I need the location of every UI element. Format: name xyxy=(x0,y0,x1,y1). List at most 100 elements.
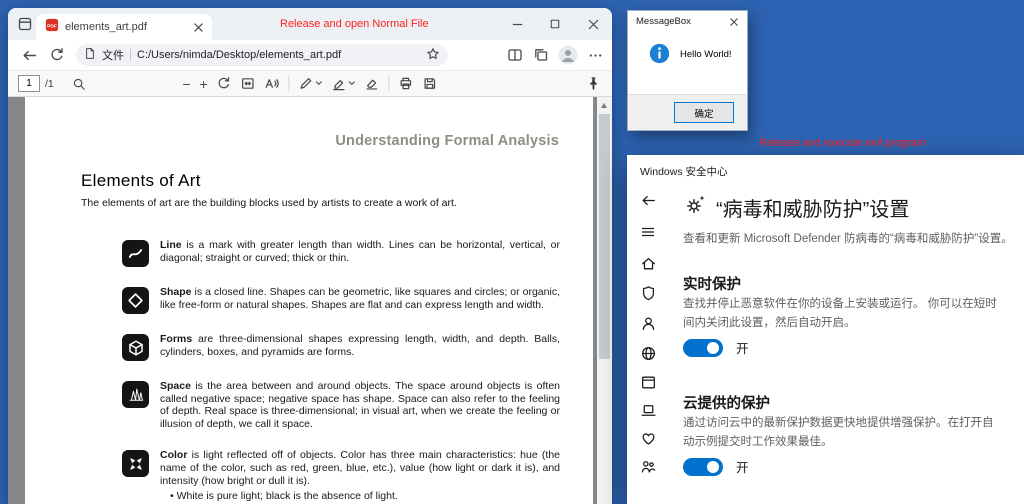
nav-family-icon[interactable] xyxy=(639,457,657,475)
profile-avatar[interactable] xyxy=(558,45,578,65)
list-item-text: Line is a mark with greater length than … xyxy=(160,239,560,267)
minimize-button[interactable] xyxy=(498,8,536,40)
pdf-doc-intro: The elements of art are the building blo… xyxy=(81,197,593,209)
zoom-in-icon[interactable]: + xyxy=(200,77,208,91)
color-icon xyxy=(122,450,149,477)
window-controls xyxy=(498,8,612,40)
page-count: /1 xyxy=(45,78,54,90)
list-item-text: Space is the area between and around obj… xyxy=(160,380,560,430)
page-subtitle: 查看和更新 Microsoft Defender 防病毒的“病毒和威胁防护”设置… xyxy=(683,231,1015,248)
address-divider xyxy=(130,49,131,61)
pin-toolbar-icon[interactable] xyxy=(586,76,602,92)
scrollbar-thumb[interactable] xyxy=(599,114,610,359)
messagebox-message: Hello World! xyxy=(680,49,732,60)
address-toolbar: 文件 C:/Users/nimda/Desktop/elements_art.p… xyxy=(8,40,612,70)
security-main: “病毒和威胁防护”设置 查看和更新 Microsoft Defender 防病毒… xyxy=(683,185,1024,504)
browser-actions xyxy=(506,45,604,65)
desktop: PDF elements_art.pdf Release and open No… xyxy=(0,0,1024,504)
refresh-button[interactable] xyxy=(48,46,66,64)
nav-firewall-network-icon[interactable] xyxy=(639,344,657,362)
save-icon[interactable] xyxy=(423,76,438,91)
highlight-icon[interactable] xyxy=(332,76,356,91)
messagebox-titlebar: MessageBox xyxy=(628,11,747,32)
info-icon xyxy=(649,43,670,64)
address-bar[interactable]: 文件 C:/Users/nimda/Desktop/elements_art.p… xyxy=(76,44,448,66)
cube-icon xyxy=(122,334,149,361)
pdf-file-icon: PDF xyxy=(45,18,59,37)
page-number-input[interactable] xyxy=(18,75,40,92)
settings-menu-icon[interactable] xyxy=(586,46,604,64)
nav-home-icon[interactable] xyxy=(639,254,657,272)
list-item-text: Shape is a closed line. Shapes can be ge… xyxy=(160,286,560,314)
edge-tab-strip: PDF elements_art.pdf Release and open No… xyxy=(8,8,612,40)
realtime-toggle-row: 开 xyxy=(683,338,749,357)
cloud-protection-toggle[interactable] xyxy=(683,458,723,476)
close-button[interactable] xyxy=(574,8,612,40)
list-item-space: Space is the area between and around obj… xyxy=(122,380,593,430)
toggle-knob xyxy=(707,342,719,354)
pdf-toolbar-center: − + xyxy=(182,76,437,91)
tab-title: elements_art.pdf xyxy=(65,21,190,33)
pdf-doc-title: Elements of Art xyxy=(81,171,593,191)
pdf-viewer: Understanding Formal Analysis Elements o… xyxy=(8,97,612,504)
section-title-realtime: 实时保护 xyxy=(683,273,741,294)
back-button[interactable] xyxy=(20,46,38,64)
read-aloud-icon[interactable] xyxy=(265,76,280,91)
menu-icon[interactable] xyxy=(639,223,657,241)
nav-app-browser-icon[interactable] xyxy=(639,373,657,391)
realtime-protection-toggle[interactable] xyxy=(683,339,723,357)
page-title: “病毒和威胁防护”设置 xyxy=(716,193,909,222)
tab-elements-art-pdf[interactable]: PDF elements_art.pdf xyxy=(36,14,212,40)
shape-icon xyxy=(122,287,149,314)
split-screen-icon[interactable] xyxy=(506,46,524,64)
list-item-line: Line is a mark with greater length than … xyxy=(122,239,593,267)
edge-window: PDF elements_art.pdf Release and open No… xyxy=(8,8,612,504)
pdf-items-list: Line is a mark with greater length than … xyxy=(122,239,593,503)
security-window-title: Windows 安全中心 xyxy=(627,155,1024,185)
erase-icon[interactable] xyxy=(365,76,380,91)
section-body-cloud: 通过访问云中的最新保护数据更快地提供增强保护。在打开自动示例提交时工作效果最佳。 xyxy=(683,414,1001,451)
zoom-out-icon[interactable]: − xyxy=(182,77,190,91)
pdf-page: Understanding Formal Analysis Elements o… xyxy=(25,97,593,504)
annotation-open-normal-file: Release and open Normal File xyxy=(280,18,429,30)
list-item-text: Color is light reflected off of objects.… xyxy=(160,449,560,502)
search-icon[interactable] xyxy=(70,75,88,93)
security-nav-rail xyxy=(627,185,671,504)
favorites-star-icon[interactable] xyxy=(426,47,440,64)
print-icon[interactable] xyxy=(399,76,414,91)
draw-icon[interactable] xyxy=(299,76,323,91)
toggle-knob xyxy=(707,461,719,473)
svg-text:PDF: PDF xyxy=(47,23,57,29)
nav-virus-protection-icon[interactable] xyxy=(639,284,657,302)
security-window: Windows 安全中心 xyxy=(627,155,1024,504)
ok-button[interactable]: 确定 xyxy=(674,102,734,123)
chevron-down-icon xyxy=(349,81,356,86)
space-icon xyxy=(122,381,149,408)
vertical-scrollbar[interactable] xyxy=(597,97,612,504)
toggle-state-label: 开 xyxy=(736,338,749,357)
scroll-up-icon[interactable] xyxy=(601,103,607,108)
annotation-evil-program: Release and execute evil program xyxy=(759,137,926,149)
toggle-state-label: 开 xyxy=(736,457,749,476)
messagebox-window: MessageBox Hello World! 确定 xyxy=(627,10,748,131)
rotate-icon[interactable] xyxy=(217,76,232,91)
nav-account-protection-icon[interactable] xyxy=(639,314,657,332)
section-body-realtime: 查找并停止恶意软件在你的设备上安装或运行。 你可以在短时间内关闭此设置，然后自动… xyxy=(683,295,1001,332)
tab-close-icon[interactable] xyxy=(190,19,206,35)
nav-device-security-icon[interactable] xyxy=(639,401,657,419)
chevron-down-icon xyxy=(316,81,323,86)
address-scheme-label: 文件 xyxy=(102,47,124,63)
fit-to-page-icon[interactable] xyxy=(241,76,256,91)
sub-bullet: White is pure light; black is the absenc… xyxy=(160,490,560,503)
pdf-toolbar: /1 − + xyxy=(8,70,612,97)
messagebox-footer: 确定 xyxy=(628,94,747,130)
nav-back-icon[interactable] xyxy=(639,191,657,209)
tab-actions-icon[interactable] xyxy=(17,16,33,32)
line-icon xyxy=(122,240,149,267)
messagebox-close-icon[interactable] xyxy=(721,11,747,32)
maximize-button[interactable] xyxy=(536,8,574,40)
cloud-toggle-row: 开 xyxy=(683,457,749,476)
list-item-color: Color is light reflected off of objects.… xyxy=(122,449,593,502)
nav-device-health-icon[interactable] xyxy=(639,429,657,447)
collections-icon[interactable] xyxy=(532,46,550,64)
